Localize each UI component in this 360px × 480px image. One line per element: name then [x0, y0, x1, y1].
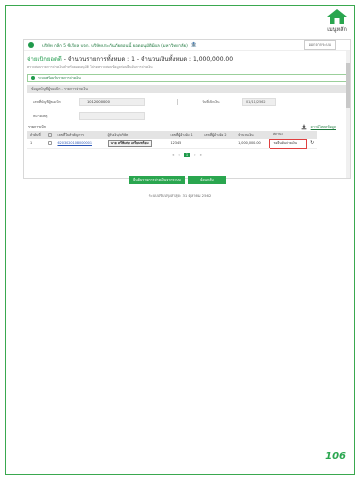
download-link[interactable]: ดาวน์โหลดข้อมูล [301, 124, 336, 130]
download-label: ดาวน์โหลดข้อมูล [310, 124, 336, 129]
user-info: บริษัท กลีก 5 ซีเรียล บจก. บริษัทประกันภ… [42, 43, 188, 49]
logout-button[interactable]: ออกจากระบบ [303, 40, 336, 50]
list-title: รายการเบิก [28, 125, 46, 129]
account-label: เลขที่บัญชีผู้ขอเบิก [33, 100, 61, 104]
notice-text: ระบบพร้อมรับรายการจ่ายเงิน [38, 75, 81, 80]
date-field[interactable]: 01/11/2562 [242, 98, 276, 106]
col-amount: จำนวนเงิน [235, 131, 270, 139]
note-label: หมายเหตุ [33, 114, 48, 118]
notice-banner: ระบบพร้อมรับรายการจ่ายเงิน [27, 74, 347, 82]
download-icon [301, 124, 307, 130]
pagination: « ‹ 1 › » [24, 152, 350, 157]
pager-next[interactable]: › [194, 153, 195, 157]
footnote: ระบบปรับปรุงล่าสุด: 31 ตุลาคม 2562 [148, 193, 212, 198]
screenshot-panel: บริษัท กลีก 5 ซีเรียล บจก. บริษัทประกันภ… [23, 39, 351, 179]
form-row-note: หมายเหตุ [24, 111, 350, 121]
doc-link[interactable]: 6203020108000001 [57, 141, 92, 145]
row-ref2 [201, 139, 236, 149]
col-ref1: เลขที่ผู้อ้างอิง 1 [167, 131, 202, 139]
page-number: 106 [325, 451, 346, 462]
list-header: รายการเบิก ดาวน์โหลดข้อมูล [24, 123, 350, 131]
confirm-payment-button[interactable]: ยืนยันรายการจ่ายเงินจากระบบ [129, 176, 185, 184]
page-title-rest: - จำนวนรายการทั้งหมด : 1 - จำนวนเงินทั้ง… [61, 56, 234, 63]
back-button[interactable]: ย้อนกลับ [188, 176, 226, 184]
page-title-prefix: จ่ายเบิกยอดดี [27, 56, 62, 63]
row-payee: นาย ตรีพิเศษ เตรียมพร้อม [104, 139, 168, 149]
row-seq: 1 [27, 139, 46, 149]
scrollbar[interactable] [346, 51, 350, 178]
bank-icon: 🏦 [190, 42, 198, 48]
divider [177, 99, 178, 105]
refresh-icon[interactable]: ↻ [310, 140, 314, 146]
date-label: วันที่เบิกเงิน [202, 100, 220, 104]
row-ref1: 12345 [167, 139, 202, 149]
col-ref2: เลขที่ผู้อ้างอิง 2 [201, 131, 236, 139]
action-buttons: ยืนยันรายการจ่ายเงินจากระบบ ย้อนกลับ [129, 176, 226, 184]
pager-prev[interactable]: ‹ [178, 153, 179, 157]
col-doc-no: เลขที่ใบสำคัญการ [54, 131, 105, 139]
col-action [306, 131, 317, 139]
row-doc-no[interactable]: 6203020108000001 [54, 139, 105, 149]
note-field[interactable] [79, 112, 145, 120]
home-button[interactable]: เมนูหลัก [322, 8, 352, 34]
col-payee: ผู้รับเงิน/บริษัท [104, 131, 168, 139]
page-title: จ่ายเบิกยอดดี - จำนวนรายการทั้งหมด : 1 -… [24, 51, 350, 64]
col-seq: ลำดับที่ [27, 131, 46, 139]
home-icon [327, 9, 347, 24]
row-checkbox[interactable] [48, 140, 53, 145]
info-icon [31, 76, 35, 80]
form-row-account: เลขที่บัญชีผู้ขอเบิก 1012000000 วันที่เบ… [24, 97, 350, 107]
page-subtitle: ตรวจสอบรายการจ่ายเงินสำหรับยอดอนุมัติ โป… [27, 65, 153, 69]
pager-current[interactable]: 1 [183, 152, 191, 157]
row-select[interactable] [45, 139, 55, 149]
row-amount: 1,000,000.00 [235, 139, 270, 149]
payment-table: ลำดับที่ เลขที่ใบสำคัญการ ผู้รับเงิน/บริ… [27, 131, 317, 149]
col-status: สถานะ [269, 131, 307, 139]
scrollbar-thumb[interactable] [346, 63, 350, 108]
table-header-row: ลำดับที่ เลขที่ใบสำคัญการ ผู้รับเงิน/บริ… [27, 131, 317, 139]
pager-last[interactable]: » [200, 153, 202, 157]
home-label: เมนูหลัก [327, 27, 347, 33]
payee-name: นาย ตรีพิเศษ เตรียมพร้อม [107, 139, 152, 147]
user-icon [28, 42, 34, 48]
table-row: 1 6203020108000001 นาย ตรีพิเศษ เตรียมพร… [27, 138, 317, 149]
col-select[interactable] [45, 131, 55, 139]
row-action[interactable]: ↻ [306, 139, 317, 149]
select-all-checkbox[interactable] [48, 132, 53, 137]
section-header: ข้อมูลบัญชีผู้ขอเบิก - รายการจ่ายเงิน [27, 85, 347, 93]
pager-first[interactable]: « [172, 153, 174, 157]
user-bar: บริษัท กลีก 5 ซีเรียล บจก. บริษัทประกันภ… [24, 40, 350, 51]
status-badge: รอยืนยันจ่ายเงิน [269, 138, 308, 149]
account-field[interactable]: 1012000000 [79, 98, 145, 106]
